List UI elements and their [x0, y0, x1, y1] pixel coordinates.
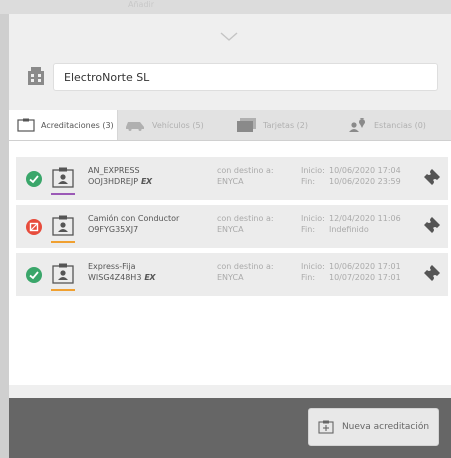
card-icon — [237, 118, 256, 132]
check-circle-icon — [26, 171, 42, 187]
ticket-icon[interactable] — [423, 264, 441, 282]
accreditation-name: Express-Fija — [88, 262, 136, 271]
destination-value: ENYCA — [217, 177, 244, 186]
tab-vehicles[interactable]: Vehículos (5) — [124, 110, 204, 140]
error-circle-icon — [26, 219, 42, 235]
accreditation-code: OOJ3HDREJP EX — [88, 177, 152, 186]
accreditation-list: AN_EXPRESS OOJ3HDREJP EX con destino a: E… — [9, 141, 451, 385]
top-bar: Añadir — [0, 0, 451, 14]
destination-value: ENYCA — [217, 225, 244, 234]
end-label: Fin: — [301, 177, 316, 186]
tab-cards[interactable]: Tarjetas (2) — [237, 110, 308, 140]
accreditation-row[interactable]: Camión con Conductor O9FYG35XJ7 con dest… — [16, 205, 448, 248]
car-icon — [126, 122, 144, 131]
ex-tag: EX — [144, 273, 156, 282]
accreditation-row[interactable]: AN_EXPRESS OOJ3HDREJP EX con destino a: E… — [16, 157, 448, 200]
accreditation-row[interactable]: Express-Fija WISG4Z48H3 EX con destino a:… — [16, 253, 448, 296]
building-icon — [28, 67, 44, 85]
start-label: Inicio: — [301, 166, 325, 175]
ticket-icon[interactable] — [423, 216, 441, 234]
tab-label: Tarjetas (2) — [263, 120, 308, 130]
destination-label: con destino a: — [217, 214, 274, 223]
faded-title: Añadir — [128, 0, 155, 9]
start-value: 10/06/2020 17:01 — [329, 262, 401, 271]
new-accreditation-label: Nueva acreditación — [341, 422, 430, 432]
chevron-down-icon[interactable] — [220, 32, 238, 42]
accreditation-code: WISG4Z48H3 EX — [88, 273, 156, 282]
tab-bar: Acreditaciones (3) Vehículos (5) Tarjeta… — [9, 110, 451, 141]
tab-label: Vehículos (5) — [152, 120, 204, 130]
destination-value: ENYCA — [217, 273, 244, 282]
tab-label: Estancias (0) — [374, 120, 426, 130]
check-circle-icon — [26, 267, 42, 283]
id-badge-icon — [52, 167, 74, 188]
id-badge-icon — [52, 263, 74, 284]
start-value: 12/04/2020 11:06 — [329, 214, 401, 223]
company-field[interactable]: ElectroNorte SL — [53, 63, 438, 91]
accreditations-panel: ElectroNorte SL Acreditaciones (3) Vehíc… — [9, 14, 451, 458]
end-label: Fin: — [301, 225, 316, 234]
end-value: 10/07/2020 17:01 — [329, 273, 401, 282]
type-color-bar — [51, 193, 75, 195]
person-pin-icon — [349, 118, 365, 132]
start-label: Inicio: — [301, 262, 325, 271]
ticket-icon[interactable] — [423, 168, 441, 186]
accreditation-name: AN_EXPRESS — [88, 166, 140, 175]
tab-label: Acreditaciones (3) — [41, 120, 114, 130]
end-value: Indefinido — [329, 225, 369, 234]
ex-tag: EX — [141, 177, 152, 186]
type-color-bar — [51, 241, 75, 243]
end-value: 10/06/2020 23:59 — [329, 177, 401, 186]
accreditation-name: Camión con Conductor — [88, 214, 180, 223]
end-label: Fin: — [301, 273, 316, 282]
add-badge-icon — [318, 420, 334, 434]
new-accreditation-button[interactable]: Nueva acreditación — [308, 408, 439, 446]
tab-accreditations[interactable]: Acreditaciones (3) — [9, 110, 118, 140]
accreditation-code: O9FYG35XJ7 — [88, 225, 139, 234]
start-label: Inicio: — [301, 214, 325, 223]
destination-label: con destino a: — [217, 262, 274, 271]
tab-stays[interactable]: Estancias (0) — [348, 110, 426, 140]
badge-icon — [17, 118, 35, 132]
id-badge-icon — [52, 215, 74, 236]
start-value: 10/06/2020 17:04 — [329, 166, 401, 175]
type-color-bar — [51, 289, 75, 291]
destination-label: con destino a: — [217, 166, 274, 175]
